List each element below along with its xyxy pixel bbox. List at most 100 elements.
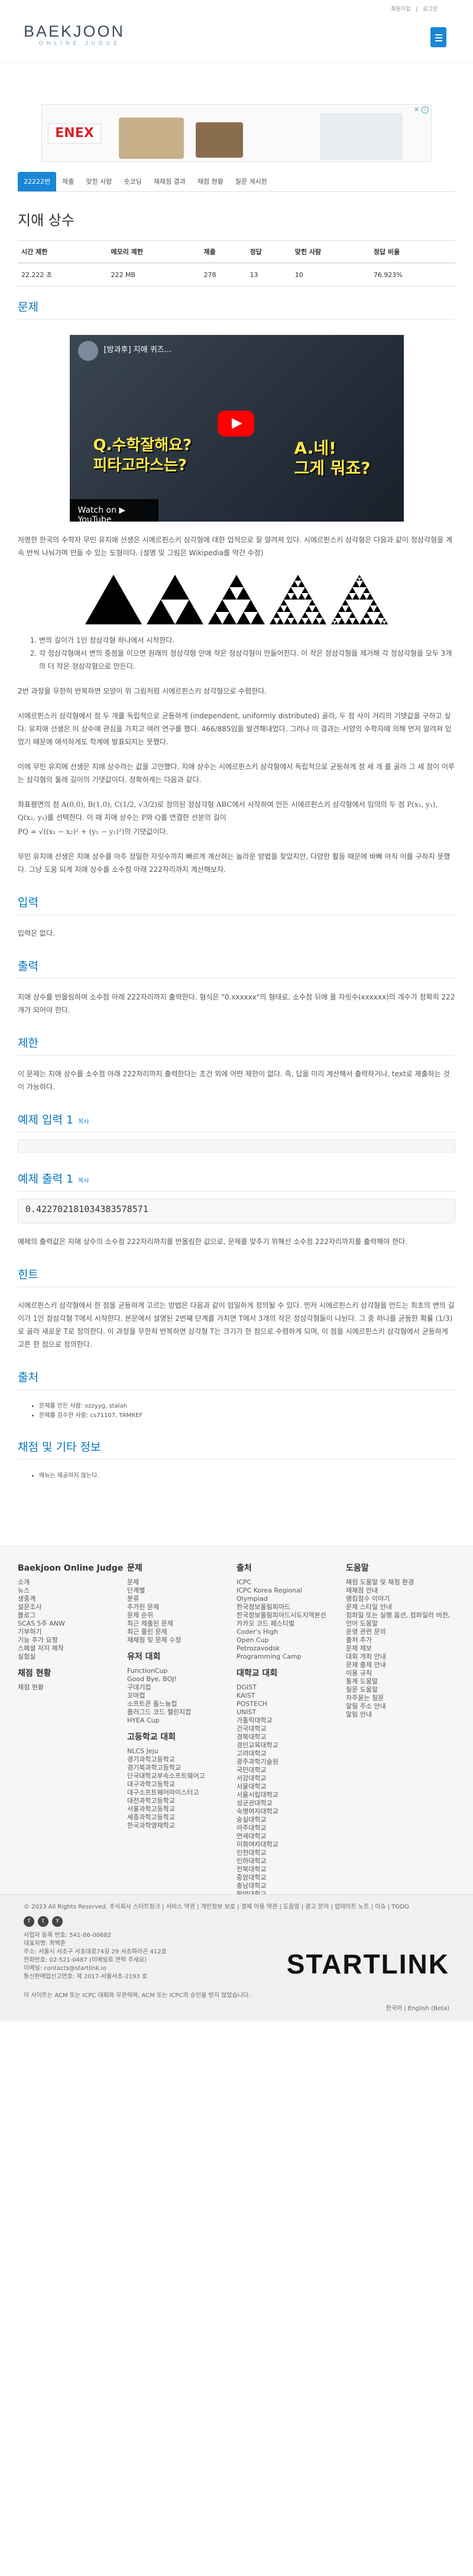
footer-link[interactable]: Open Cup [237, 1636, 346, 1644]
footer-link[interactable]: 가톨릭대학교 [237, 1717, 346, 1725]
footer-link[interactable]: 연세대학교 [237, 1832, 346, 1841]
footer-link[interactable]: 분류 [127, 1595, 237, 1603]
footer-link[interactable]: 문제 제보 [346, 1644, 455, 1653]
footer-link[interactable]: 서울대학교 [237, 1783, 346, 1791]
footer-link[interactable]: 문제 [127, 1578, 237, 1587]
footer-link[interactable]: 대구소프트웨어마이스터고 [127, 1789, 237, 1797]
footer-link[interactable]: 기부하기 [18, 1628, 127, 1636]
footer-link[interactable]: 추가된 문제 [127, 1603, 237, 1611]
footer-link[interactable]: 단계별 [127, 1587, 237, 1595]
footer-link[interactable]: 이용 규칙 [346, 1669, 455, 1678]
footer-link[interactable]: 채점 현황 [18, 1683, 127, 1692]
footer-link[interactable]: 재채점 안내 [346, 1587, 455, 1595]
footer-link[interactable]: 고려대학교 [237, 1750, 346, 1758]
footer-link[interactable]: FunctionCup [127, 1667, 237, 1675]
tab-submit[interactable]: 제출 [56, 172, 80, 191]
advertisement-banner[interactable]: ENEX i ✕ [41, 104, 432, 162]
footer-link[interactable]: 국민대학교 [237, 1766, 346, 1774]
footer-link[interactable]: 블로그 [18, 1611, 127, 1620]
tab-status[interactable]: 채점 현황 [192, 172, 229, 191]
footer-link[interactable]: 문제 출제 안내 [346, 1661, 455, 1669]
tab-short-coding[interactable]: 숏코딩 [118, 172, 147, 191]
footer-link[interactable]: Coder's High [237, 1628, 346, 1636]
play-icon[interactable] [217, 411, 254, 437]
ad-info-icon[interactable]: i [422, 106, 429, 113]
footer-link[interactable]: Olympiad [237, 1595, 346, 1603]
youtube-video-embed[interactable]: [방과후] 지애 퀴즈... Q.수학잘해요? 피타고라스는? A.네! 그게 … [69, 335, 404, 522]
footer-link[interactable]: DGIST [237, 1683, 346, 1692]
footer-link[interactable]: 플러그드 코드 챌린지컵 [127, 1708, 237, 1717]
footer-link[interactable]: 대구과학고등학교 [127, 1780, 237, 1789]
footer-link[interactable]: 실험실 [18, 1653, 127, 1661]
watch-on-youtube-link[interactable]: Watch on ▶ YouTube [69, 499, 158, 522]
footer-link[interactable]: 서울과학고등학교 [127, 1805, 237, 1813]
footer-link[interactable]: 서강대학교 [237, 1774, 346, 1783]
footer-link[interactable]: 통계 도움말 [346, 1678, 455, 1686]
sample-output-box[interactable]: 0.422702181034383578571 [18, 1199, 455, 1223]
footer-link[interactable]: 경기과학고등학교 [127, 1756, 237, 1764]
footer-link[interactable]: 최근 풀린 문제 [127, 1628, 237, 1636]
tab-board[interactable]: 질문 게시판 [229, 172, 273, 191]
footer-link[interactable]: 기능 추가 요청 [18, 1636, 127, 1644]
footer-link[interactable]: 꼬마컵 [127, 1692, 237, 1700]
footer-link[interactable]: 뉴스 [18, 1587, 127, 1595]
footer-link[interactable]: 생중계 [18, 1595, 127, 1603]
footer-link[interactable]: 소프트콘 돌느뇽컵 [127, 1700, 237, 1708]
footer-link[interactable]: 문제 스타일 안내 [346, 1603, 455, 1611]
footer-link[interactable]: 경인교육대학교 [237, 1741, 346, 1750]
footer-link[interactable]: 세종과학고등학교 [127, 1813, 237, 1822]
video-title[interactable]: [방과후] 지애 퀴즈... [104, 343, 172, 354]
footer-link[interactable]: 중앙대학교 [237, 1874, 346, 1882]
signup-link[interactable]: 회원가입 [391, 6, 410, 12]
footer-link[interactable]: 건국대학교 [237, 1725, 346, 1733]
footer-link[interactable]: 숭실대학교 [237, 1816, 346, 1824]
footer-link[interactable]: 운영 관련 문의 [346, 1628, 455, 1636]
tab-rejudge[interactable]: 재채점 결과 [148, 172, 192, 191]
footer-link[interactable]: 알림 안내 [346, 1711, 455, 1719]
footer-link[interactable]: 경기북과학고등학교 [127, 1764, 237, 1772]
tab-solved-users[interactable]: 맞힌 사람 [80, 172, 118, 191]
language-selector[interactable]: 한국어 | English (Beta) [386, 2005, 449, 2013]
ad-close-icon[interactable]: ✕ [414, 106, 419, 113]
footer-link[interactable]: 소개 [18, 1578, 127, 1587]
footer-link[interactable]: 최근 제출된 문제 [127, 1620, 237, 1628]
footer-link[interactable]: ICPC Korea Regional [237, 1587, 346, 1595]
footer-link[interactable]: 인천대학교 [237, 1849, 346, 1857]
footer-link[interactable]: 대전과학고등학교 [127, 1797, 237, 1805]
footer-link[interactable]: 문제 순위 [127, 1611, 237, 1620]
hamburger-menu-button[interactable] [430, 27, 446, 47]
footer-link[interactable]: NLCS Jeju [127, 1747, 237, 1756]
footer-link[interactable]: HYEA Cup [127, 1717, 237, 1725]
footer-link[interactable]: 자주묻는 질문 [346, 1694, 455, 1702]
footer-link[interactable]: 숙명여자대학교 [237, 1808, 346, 1816]
footer-link[interactable]: Good Bye, BOJ! [127, 1675, 237, 1683]
footer-link[interactable]: 경북대학교 [237, 1733, 346, 1741]
logo[interactable]: BAEKJOON ONLINE JUDGE [24, 22, 132, 46]
footer-link[interactable]: 구데기컵 [127, 1683, 237, 1692]
footer-link[interactable]: Programming Camp [237, 1653, 346, 1661]
footer-link[interactable]: 충남대학교 [237, 1882, 346, 1890]
copy-button[interactable]: 복사 [78, 1119, 89, 1125]
footer-link[interactable]: 스페셜 저지 제작 [18, 1644, 127, 1653]
footer-link[interactable]: 인하대학교 [237, 1857, 346, 1865]
footer-link[interactable]: 한국정보올림피아드 [237, 1603, 346, 1611]
login-link[interactable]: 로그인 [423, 6, 438, 12]
footer-link[interactable]: Petrozavodsk [237, 1644, 346, 1653]
footer-link[interactable]: 전북대학교 [237, 1865, 346, 1874]
youtube-icon[interactable]: Y [52, 1916, 63, 1927]
footer-link[interactable]: 컴파일 또는 실행 옵션, 컴파일러 버전, 언어 도움말 [346, 1611, 455, 1628]
footer-link[interactable]: 카카오 코드 페스티벌 [237, 1620, 346, 1628]
footer-link[interactable]: 한국과학영재학교 [127, 1822, 237, 1830]
footer-link[interactable]: 서울시립대학교 [237, 1791, 346, 1799]
sample-input-box[interactable] [18, 1139, 455, 1152]
footer-link[interactable]: 질문 도움말 [346, 1686, 455, 1694]
footer-link[interactable]: 광주과학기술원 [237, 1758, 346, 1766]
footer-link[interactable]: 채점 도움말 및 채점 환경 [346, 1578, 455, 1587]
footer-link[interactable]: 단국대학교부속소프트웨어고 [127, 1772, 237, 1780]
footer-link[interactable]: ICPC [237, 1578, 346, 1587]
facebook-icon[interactable]: f [24, 1916, 34, 1927]
footer-link[interactable]: 성균관대학교 [237, 1799, 346, 1808]
footer-link[interactable]: UNIST [237, 1708, 346, 1717]
twitter-icon[interactable]: t [38, 1916, 48, 1927]
footer-link[interactable]: 이화여자대학교 [237, 1841, 346, 1849]
